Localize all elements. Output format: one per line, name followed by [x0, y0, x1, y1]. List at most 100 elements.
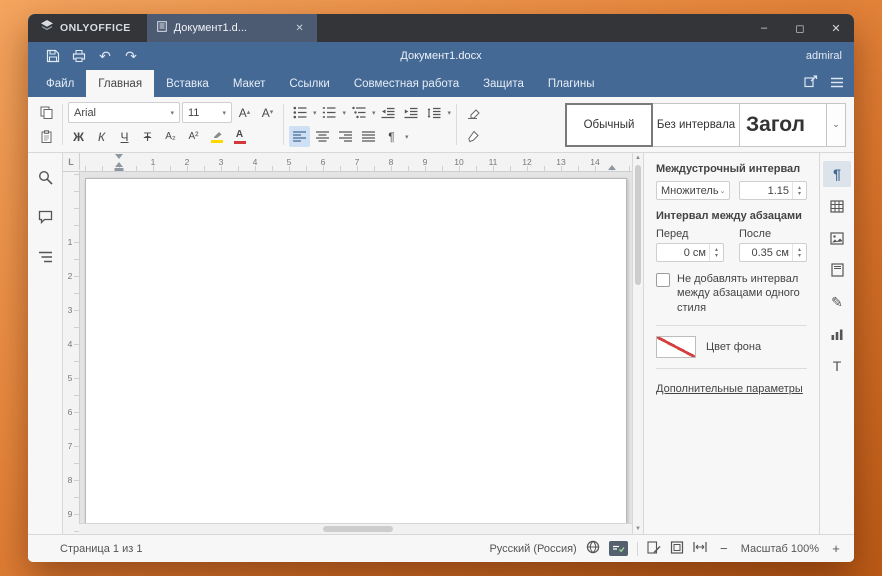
horizontal-scrollbar[interactable] — [79, 523, 633, 534]
clear-formatting-button[interactable] — [462, 102, 483, 123]
background-color-swatch[interactable] — [656, 335, 696, 358]
editor-canvas[interactable]: 1 2 3 4 5 6 7 8 9 — [63, 172, 633, 534]
align-justify-button[interactable] — [358, 126, 379, 147]
track-changes-icon[interactable] — [647, 540, 661, 557]
font-size-select[interactable]: 11 ▾ — [182, 102, 232, 123]
right-indent-marker[interactable] — [608, 165, 616, 170]
tab-close-icon[interactable]: ✕ — [292, 22, 306, 35]
view-settings-icon[interactable] — [830, 75, 844, 93]
decrease-indent-button[interactable] — [378, 102, 399, 123]
italic-button[interactable]: К — [91, 126, 112, 147]
increase-indent-button[interactable] — [401, 102, 422, 123]
horizontal-ruler[interactable]: L 1 2 3 4 5 6 7 8 9 10 11 12 13 14 — [63, 153, 633, 172]
superscript-button[interactable]: A² — [183, 126, 204, 147]
vertical-ruler[interactable]: 1 2 3 4 5 6 7 8 9 — [63, 172, 80, 534]
table-settings-icon[interactable] — [823, 193, 851, 219]
vertical-scrollbar-thumb[interactable] — [634, 165, 641, 285]
styles-gallery-expand-button[interactable]: ⌄ — [826, 102, 846, 147]
highlight-color-button[interactable] — [206, 126, 227, 147]
line-spacing-button[interactable] — [424, 102, 445, 123]
zoom-in-button[interactable]: + — [828, 541, 844, 556]
document-tab[interactable]: Документ1.d... ✕ — [146, 14, 317, 42]
underline-button[interactable]: Ч — [114, 126, 135, 147]
spacing-after-spinner[interactable]: 0.35 см ▴ ▾ — [739, 243, 807, 262]
user-name[interactable]: admiral — [806, 50, 842, 62]
left-indent-marker[interactable] — [114, 168, 124, 171]
first-line-indent-marker[interactable] — [115, 154, 123, 159]
comments-icon[interactable] — [31, 205, 59, 229]
strikethrough-button[interactable]: Ŧ — [137, 126, 158, 147]
language-selector[interactable]: Русский (Россия) — [489, 543, 576, 555]
maximize-button[interactable]: ◻ — [782, 14, 818, 42]
shape-settings-icon[interactable]: ✎ — [823, 289, 851, 315]
style-normal[interactable]: Обычный — [565, 102, 653, 147]
document-page[interactable] — [85, 178, 627, 524]
bold-button[interactable]: Ж — [68, 126, 89, 147]
copy-style-button[interactable] — [462, 126, 483, 147]
tab-protection[interactable]: Защита — [471, 70, 536, 97]
header-footer-settings-icon[interactable] — [823, 257, 851, 283]
font-color-button[interactable]: А — [229, 126, 250, 147]
fit-page-icon[interactable] — [670, 540, 684, 557]
chevron-down-icon[interactable]: ▾ — [405, 133, 409, 141]
line-spacing-type-select[interactable]: Множитель ⌄ — [656, 181, 730, 200]
chevron-down-icon[interactable]: ▾ — [448, 109, 452, 117]
checkbox[interactable] — [656, 273, 670, 287]
style-heading-1[interactable]: Загол — [739, 102, 827, 147]
tab-plugins[interactable]: Плагины — [536, 70, 607, 97]
spinner-arrows[interactable]: ▴ ▾ — [792, 244, 806, 261]
chart-settings-icon[interactable] — [823, 321, 851, 347]
navigation-headings-icon[interactable] — [31, 245, 59, 269]
tab-stop-selector[interactable]: L — [63, 153, 80, 170]
align-right-button[interactable] — [335, 126, 356, 147]
decrease-font-button[interactable]: A ▾ — [257, 102, 278, 123]
paragraph-settings-icon[interactable]: ¶ — [823, 161, 851, 187]
numbered-list-button[interactable] — [319, 102, 340, 123]
close-button[interactable]: ✕ — [818, 14, 854, 42]
style-no-spacing[interactable]: Без интервала — [652, 102, 740, 147]
bullet-list-button[interactable] — [289, 102, 310, 123]
tab-insert[interactable]: Вставка — [154, 70, 221, 97]
copy-button[interactable] — [36, 102, 57, 123]
text-art-settings-icon[interactable]: Т — [823, 353, 851, 379]
image-settings-icon[interactable] — [823, 225, 851, 251]
align-left-button[interactable] — [289, 126, 310, 147]
chevron-down-icon[interactable]: ▾ — [343, 109, 347, 117]
vertical-scrollbar[interactable]: ▲ ▼ — [632, 153, 643, 534]
tab-file[interactable]: Файл — [34, 70, 86, 97]
spinner-down-icon[interactable]: ▾ — [798, 191, 801, 197]
nonprinting-characters-button[interactable]: ¶ — [381, 126, 402, 147]
spinner-arrows[interactable]: ▴ ▾ — [709, 244, 723, 261]
scroll-down-icon[interactable]: ▼ — [633, 524, 643, 534]
search-icon[interactable] — [31, 165, 59, 189]
spinner-down-icon[interactable]: ▾ — [798, 253, 801, 259]
spinner-down-icon[interactable]: ▾ — [715, 253, 718, 259]
fit-width-icon[interactable] — [693, 541, 707, 556]
hanging-indent-marker[interactable] — [115, 162, 123, 167]
font-name-select[interactable]: Arial ▾ — [68, 102, 180, 123]
chevron-down-icon[interactable]: ▾ — [313, 109, 317, 117]
advanced-settings-link[interactable]: Дополнительные параметры — [656, 383, 807, 395]
align-center-button[interactable] — [312, 126, 333, 147]
tab-collaboration[interactable]: Совместная работа — [342, 70, 471, 97]
spinner-arrows[interactable]: ▴ ▾ — [792, 182, 806, 199]
multilevel-list-button[interactable] — [348, 102, 369, 123]
tab-home[interactable]: Главная — [86, 70, 155, 97]
chevron-down-icon[interactable]: ▾ — [372, 109, 376, 117]
tab-references[interactable]: Ссылки — [277, 70, 342, 97]
minimize-button[interactable]: – — [746, 14, 782, 42]
paste-button[interactable] — [36, 126, 57, 147]
open-file-location-icon[interactable] — [804, 74, 818, 93]
horizontal-scrollbar-thumb[interactable] — [322, 526, 393, 532]
same-style-spacing-option[interactable]: Не добавлять интервал между абзацами одн… — [656, 272, 807, 315]
increase-font-button[interactable]: A ▴ — [234, 102, 255, 123]
scroll-up-icon[interactable]: ▲ — [633, 153, 643, 163]
subscript-button[interactable]: A₂ — [160, 126, 181, 147]
tab-layout[interactable]: Макет — [221, 70, 278, 97]
zoom-level[interactable]: Масштаб 100% — [741, 543, 819, 555]
zoom-out-button[interactable]: − — [716, 541, 732, 556]
line-spacing-value-spinner[interactable]: 1.15 ▴ ▾ — [739, 181, 807, 200]
globe-icon[interactable] — [586, 540, 600, 557]
spacing-before-spinner[interactable]: 0 см ▴ ▾ — [656, 243, 724, 262]
spell-check-icon[interactable] — [608, 541, 628, 556]
